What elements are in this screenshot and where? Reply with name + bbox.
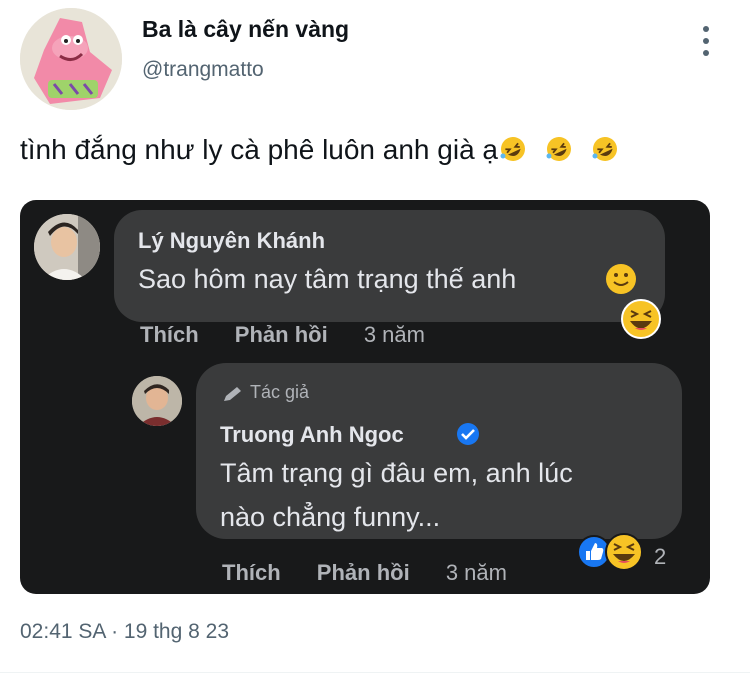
commenter-avatar	[34, 214, 100, 280]
tweet-text-content: tình đắng như ly cà phê luôn anh già ạ	[20, 134, 498, 165]
reply-actions: Thích Phản hồi 3 năm	[222, 560, 507, 586]
haha-reaction-icon[interactable]	[620, 298, 662, 340]
divider	[0, 672, 750, 673]
like-link[interactable]: Thích	[222, 560, 281, 585]
comment-text: Sao hôm nay tâm trạng thế anh	[138, 264, 517, 294]
rolling-laughing-emoji-icon	[546, 137, 571, 161]
author-badge: Tác giả	[250, 382, 310, 402]
like-link[interactable]: Thích	[140, 322, 199, 347]
comment-actions: Thích Phản hồi 3 năm	[140, 322, 425, 348]
haha-reaction-icon[interactable]	[604, 532, 644, 572]
pencil-icon	[224, 387, 241, 401]
display-name[interactable]: Ba là cây nến vàng	[142, 16, 349, 43]
rolling-laughing-emoji-icon	[592, 137, 617, 161]
reply-link[interactable]: Phản hồi	[317, 560, 410, 585]
verified-badge-icon	[457, 423, 479, 445]
rolling-laughing-emoji-icon	[500, 137, 525, 161]
reply-age[interactable]: 3 năm	[446, 560, 507, 585]
comment-age[interactable]: 3 năm	[364, 322, 425, 347]
tweet-timestamp[interactable]: 02:41 SA · 19 thg 8 23	[20, 620, 229, 644]
reaction-count[interactable]: 2	[654, 544, 666, 570]
smile-emoji-icon	[606, 264, 636, 294]
reply-text-line2: nào chẳng funny...	[220, 502, 441, 532]
avatar[interactable]	[20, 8, 122, 110]
reply-link[interactable]: Phản hồi	[235, 322, 328, 347]
tweet-text: tình đắng như ly cà phê luôn anh già ạ	[20, 134, 618, 166]
patrick-star-avatar-icon	[20, 8, 122, 110]
attached-image[interactable]: Lý Nguyên Khánh Sao hôm nay tâm trạng th…	[20, 200, 710, 594]
comment-author[interactable]: Lý Nguyên Khánh	[138, 228, 325, 254]
reply-author[interactable]: Truong Anh Ngoc	[220, 422, 404, 448]
reply-text-line1: Tâm trạng gì đâu em, anh lúc	[220, 458, 573, 488]
author-avatar	[132, 376, 182, 426]
user-handle[interactable]: @trangmatto	[142, 58, 264, 82]
more-options-icon[interactable]	[694, 26, 718, 56]
